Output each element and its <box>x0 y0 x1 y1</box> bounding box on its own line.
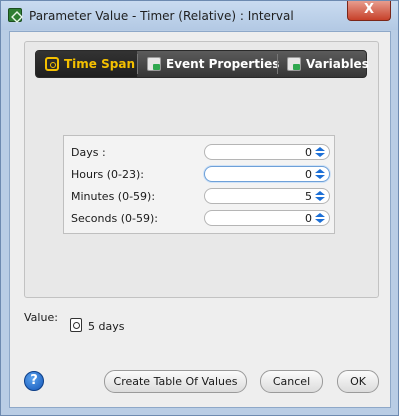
days-spinner[interactable]: 0 <box>204 144 330 160</box>
minutes-label: Minutes (0-59): <box>71 190 156 203</box>
spinner-arrows-icon[interactable] <box>314 147 326 157</box>
ok-button[interactable]: OK <box>337 370 379 393</box>
spinner-arrows-icon[interactable] <box>314 213 326 223</box>
hours-spinner[interactable]: 0 <box>204 166 330 182</box>
tab-panel: Time Span Event Properties Variables Day… <box>24 41 379 298</box>
spinner-arrows-icon[interactable] <box>314 169 326 179</box>
time-span-fields: Days : 0 Hours (0-23): 0 Minutes (0-59):… <box>63 135 335 234</box>
tab-label: Time Span <box>64 57 135 71</box>
seconds-spinner[interactable]: 0 <box>204 210 330 226</box>
cancel-button[interactable]: Cancel <box>260 370 323 393</box>
tab-bar: Time Span Event Properties Variables <box>35 50 369 78</box>
days-label: Days : <box>71 146 106 159</box>
minutes-spinner[interactable]: 5 <box>204 188 330 204</box>
tab-event-properties[interactable]: Event Properties <box>138 51 280 77</box>
title-bar[interactable]: Parameter Value - Timer (Relative) : Int… <box>1 1 398 30</box>
properties-icon <box>147 57 161 71</box>
window-title: Parameter Value - Timer (Relative) : Int… <box>29 9 294 23</box>
create-table-of-values-button[interactable]: Create Table Of Values <box>104 370 247 393</box>
clock-icon <box>70 318 82 332</box>
seconds-value: 0 <box>305 212 312 225</box>
value-label: Value: <box>24 311 58 324</box>
tab-label: Event Properties <box>166 57 280 71</box>
seconds-label: Seconds (0-59): <box>71 212 158 225</box>
close-button[interactable]: X <box>347 1 391 21</box>
spinner-arrows-icon[interactable] <box>314 191 326 201</box>
help-button[interactable]: ? <box>24 371 44 391</box>
tab-variables[interactable]: Variables <box>278 51 369 77</box>
help-icon: ? <box>30 373 38 388</box>
dialog-body: Time Span Event Properties Variables Day… <box>9 31 391 408</box>
hours-label: Hours (0-23): <box>71 168 144 181</box>
minutes-value: 5 <box>305 190 312 203</box>
clock-icon <box>45 57 59 71</box>
close-icon: X <box>363 2 375 17</box>
dialog-window: Parameter Value - Timer (Relative) : Int… <box>0 0 399 416</box>
value-summary: 5 days <box>88 320 125 333</box>
properties-icon <box>287 57 301 71</box>
app-icon <box>8 8 22 22</box>
tab-time-span[interactable]: Time Span <box>36 51 137 77</box>
days-value: 0 <box>305 146 312 159</box>
tab-label: Variables <box>306 57 369 71</box>
hours-value: 0 <box>305 168 312 181</box>
